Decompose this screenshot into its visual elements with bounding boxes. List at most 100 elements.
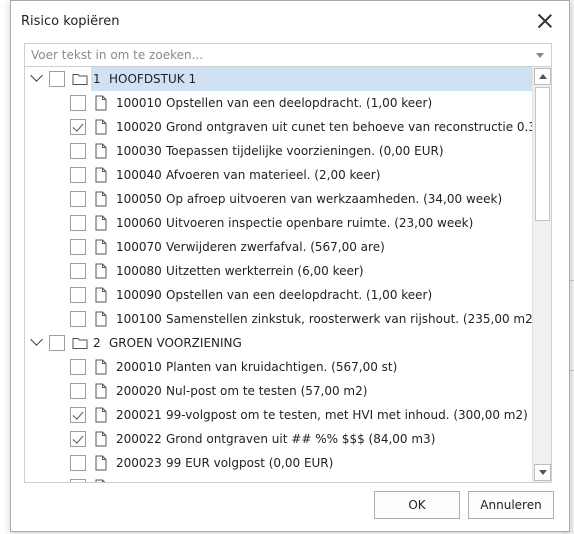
tree-item-row[interactable]: 100080 Uitzetten werkterrein (6,00 keer) <box>25 259 533 283</box>
dialog-titlebar: Risico kopiëren <box>11 1 569 41</box>
tree-item-row-partial <box>25 475 533 482</box>
item-description: Toepassen tijdelijke voorzieningen. (0,0… <box>166 144 444 158</box>
item-code: 100020 <box>116 120 162 134</box>
group-number: 2 <box>93 336 101 350</box>
tree-rows: 1 HOOFDSTUK 1 100010 Opstellen van een deel… <box>25 67 547 482</box>
scroll-down-button[interactable] <box>534 464 551 481</box>
chevron-down-icon[interactable] <box>30 333 43 346</box>
item-checkbox[interactable] <box>70 455 86 471</box>
folder-icon <box>72 336 88 350</box>
item-checkbox[interactable] <box>70 287 86 303</box>
group-checkbox[interactable] <box>49 71 65 87</box>
item-description: Grond ontgraven uit ## %% $$$ (84,00 m3) <box>166 432 436 446</box>
tree-item-row[interactable]: 100050 Op afroep uitvoeren van werkzaamhe… <box>25 187 533 211</box>
document-icon <box>95 191 107 207</box>
tree-item-row[interactable]: 100060 Uitvoeren inspectie openbare ruimt… <box>25 211 533 235</box>
tree-item-row[interactable]: 100030 Toepassen tijdelijke voorzieningen… <box>25 139 533 163</box>
item-description: Samenstellen zinkstuk, roosterwerk van r… <box>166 312 538 326</box>
tree-item-row[interactable]: 100090 Opstellen van een deelopdracht. (1… <box>25 283 533 307</box>
item-code: 100090 <box>116 288 162 302</box>
item-description: Uitzetten werkterrein (6,00 keer) <box>166 264 364 278</box>
tree-item-row[interactable]: 200023 99 EUR volgpost (0,00 EUR) <box>25 451 533 475</box>
tree-item-row[interactable]: 100040 Afvoeren van materieel. (2,00 keer… <box>25 163 533 187</box>
document-icon <box>95 311 107 327</box>
item-code: 200020 <box>116 384 162 398</box>
document-icon <box>95 287 107 303</box>
document-icon <box>95 119 107 135</box>
tree-item-row[interactable]: 200010 Planten van kruidachtigen. (567,00… <box>25 355 533 379</box>
item-description: Afvoeren van materieel. (2,00 keer) <box>166 168 381 182</box>
vertical-scrollbar[interactable] <box>532 67 551 482</box>
group-checkbox[interactable] <box>49 335 65 351</box>
document-icon <box>95 143 107 159</box>
tree-group-row[interactable]: 2 GROEN VOORZIENING <box>25 331 533 355</box>
item-code: 100030 <box>116 144 162 158</box>
item-checkbox[interactable] <box>70 119 86 135</box>
item-description: Verwijderen zwerfafval. (567,00 are) <box>166 240 385 254</box>
item-checkbox[interactable] <box>70 215 86 231</box>
item-description: Opstellen van een deelopdracht. (1,00 ke… <box>166 288 433 302</box>
item-checkbox[interactable] <box>70 263 86 279</box>
ok-button[interactable]: OK <box>374 491 460 519</box>
item-code: 100060 <box>116 216 162 230</box>
search-combobox[interactable] <box>24 43 552 67</box>
item-checkbox[interactable] <box>70 359 86 375</box>
item-checkbox[interactable] <box>70 431 86 447</box>
tree-item-row[interactable]: 100020 Grond ontgraven uit cunet ten beho… <box>25 115 547 139</box>
item-checkbox[interactable] <box>70 143 86 159</box>
dropdown-arrow-icon[interactable] <box>536 53 544 58</box>
document-icon <box>95 263 107 279</box>
document-icon <box>95 383 107 399</box>
document-icon <box>95 407 107 423</box>
tree-item-row[interactable]: 200022 Grond ontgraven uit ## %% $$$ (84,… <box>25 427 533 451</box>
copy-risk-dialog: Risico kopiëren 1 HOOFDSTUK 1 100010 Opstel… <box>10 0 570 532</box>
item-checkbox[interactable] <box>70 95 86 111</box>
scroll-up-button[interactable] <box>534 68 551 85</box>
item-code: 200023 <box>116 456 162 470</box>
item-checkbox[interactable] <box>70 311 86 327</box>
tree-item-row[interactable]: 200020 Nul-post om te testen (57,00 m2) <box>25 379 533 403</box>
group-name: HOOFDSTUK 1 <box>109 72 197 86</box>
item-description: Op afroep uitvoeren van werkzaamheden. (… <box>166 192 503 206</box>
document-icon <box>95 95 107 111</box>
chevron-down-icon[interactable] <box>30 69 43 82</box>
item-description: Planten van kruidachtigen. (567,00 st) <box>166 360 398 374</box>
item-code: 100010 <box>116 96 162 110</box>
scrollbar-thumb[interactable] <box>535 87 550 221</box>
tree-item-row[interactable]: 100010 Opstellen van een deelopdracht. (1… <box>25 91 533 115</box>
tree-item-row[interactable]: 200021 99-volgpost om te testen, met HVI … <box>25 403 533 427</box>
cancel-button[interactable]: Annuleren <box>468 491 554 519</box>
item-description: 99 EUR volgpost (0,00 EUR) <box>166 456 334 470</box>
search-input[interactable] <box>25 44 525 66</box>
item-code: 100050 <box>116 192 162 206</box>
group-name: GROEN VOORZIENING <box>109 336 242 350</box>
item-code: 100040 <box>116 168 162 182</box>
item-description: Uitvoeren inspectie openbare ruimte. (23… <box>166 216 474 230</box>
document-icon <box>95 359 107 375</box>
item-checkbox[interactable] <box>70 191 86 207</box>
item-description: Grond ontgraven uit cunet ten behoeve va… <box>166 120 548 134</box>
item-checkbox[interactable] <box>70 167 86 183</box>
item-code: 100100 <box>116 312 162 326</box>
item-code: 100070 <box>116 240 162 254</box>
document-icon <box>95 239 107 255</box>
item-checkbox[interactable] <box>70 407 86 423</box>
item-checkbox[interactable] <box>70 239 86 255</box>
close-icon[interactable] <box>535 11 555 31</box>
item-description: Nul-post om te testen (57,00 m2) <box>166 384 368 398</box>
item-code: 100080 <box>116 264 162 278</box>
tree-item-row[interactable]: 100100 Samenstellen zinkstuk, roosterwerk… <box>25 307 537 331</box>
document-icon <box>95 167 107 183</box>
item-code: 200021 <box>116 408 162 422</box>
risk-tree: 1 HOOFDSTUK 1 100010 Opstellen van een deel… <box>24 67 552 483</box>
tree-item-row[interactable]: 100070 Verwijderen zwerfafval. (567,00 ar… <box>25 235 533 259</box>
dialog-title: Risico kopiëren <box>21 14 120 29</box>
item-code: 200010 <box>116 360 162 374</box>
folder-icon <box>72 72 88 86</box>
tree-group-row[interactable]: 1 HOOFDSTUK 1 <box>25 67 533 91</box>
group-number: 1 <box>93 72 101 86</box>
item-checkbox[interactable] <box>70 383 86 399</box>
document-icon <box>95 479 107 482</box>
document-icon <box>95 431 107 447</box>
document-icon <box>95 215 107 231</box>
